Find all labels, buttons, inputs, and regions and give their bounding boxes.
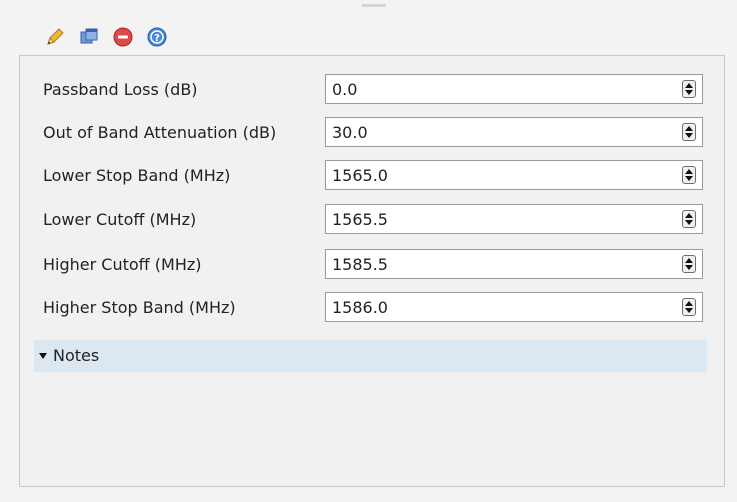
higher-stop-band-label: Higher Stop Band (MHz): [43, 298, 236, 317]
passband-loss-label: Passband Loss (dB): [43, 80, 198, 99]
edit-button[interactable]: [43, 25, 67, 49]
lower-stop-band-label: Lower Stop Band (MHz): [43, 166, 231, 185]
field-row-lower-cutoff: Lower Cutoff (MHz) 1565.5: [20, 204, 724, 236]
lower-cutoff-label: Lower Cutoff (MHz): [43, 210, 197, 229]
field-row-out-of-band-attenuation: Out of Band Attenuation (dB) 30.0: [20, 117, 724, 149]
higher-stop-band-spinbox[interactable]: 1586.0: [325, 292, 703, 322]
notes-section-toggle[interactable]: Notes: [34, 340, 707, 372]
higher-cutoff-spinbox[interactable]: 1585.5: [325, 249, 703, 279]
help-icon: ?: [146, 26, 168, 48]
higher-stop-band-value[interactable]: 1586.0: [332, 298, 388, 318]
help-button[interactable]: ?: [145, 25, 169, 49]
lower-cutoff-spinbox[interactable]: 1565.5: [325, 204, 703, 234]
remove-button[interactable]: [111, 25, 135, 49]
passband-loss-value[interactable]: 0.0: [332, 80, 357, 100]
spin-arrows-icon[interactable]: [682, 166, 696, 184]
field-row-higher-cutoff: Higher Cutoff (MHz) 1585.5: [20, 249, 724, 281]
spin-arrows-icon[interactable]: [682, 80, 696, 98]
remove-icon: [112, 26, 134, 48]
dock-window-icon: [78, 26, 100, 48]
passband-loss-spinbox[interactable]: 0.0: [325, 74, 703, 104]
notes-label: Notes: [53, 346, 100, 365]
lower-stop-band-value[interactable]: 1565.0: [332, 166, 388, 186]
expanded-arrow-icon: [39, 353, 47, 359]
out-of-band-attenuation-value[interactable]: 30.0: [332, 123, 368, 143]
higher-cutoff-label: Higher Cutoff (MHz): [43, 255, 202, 274]
svg-text:?: ?: [154, 33, 160, 44]
field-row-higher-stop-band: Higher Stop Band (MHz) 1586.0: [20, 292, 724, 324]
spin-arrows-icon[interactable]: [682, 298, 696, 316]
higher-cutoff-value[interactable]: 1585.5: [332, 255, 388, 275]
spin-arrows-icon[interactable]: [682, 255, 696, 273]
lower-stop-band-spinbox[interactable]: 1565.0: [325, 160, 703, 190]
out-of-band-attenuation-spinbox[interactable]: 30.0: [325, 117, 703, 147]
toolbar: ?: [43, 24, 169, 50]
spin-arrows-icon[interactable]: [682, 210, 696, 228]
out-of-band-attenuation-label: Out of Band Attenuation (dB): [43, 123, 277, 142]
spin-arrows-icon[interactable]: [682, 123, 696, 141]
window-grip-handle[interactable]: [362, 4, 386, 7]
dock-button[interactable]: [77, 25, 101, 49]
filter-properties-panel: Passband Loss (dB) 0.0 Out of Band Atten…: [19, 55, 725, 487]
field-row-lower-stop-band: Lower Stop Band (MHz) 1565.0: [20, 160, 724, 192]
pencil-icon: [44, 26, 66, 48]
lower-cutoff-value[interactable]: 1565.5: [332, 210, 388, 230]
field-row-passband-loss: Passband Loss (dB) 0.0: [20, 74, 724, 106]
